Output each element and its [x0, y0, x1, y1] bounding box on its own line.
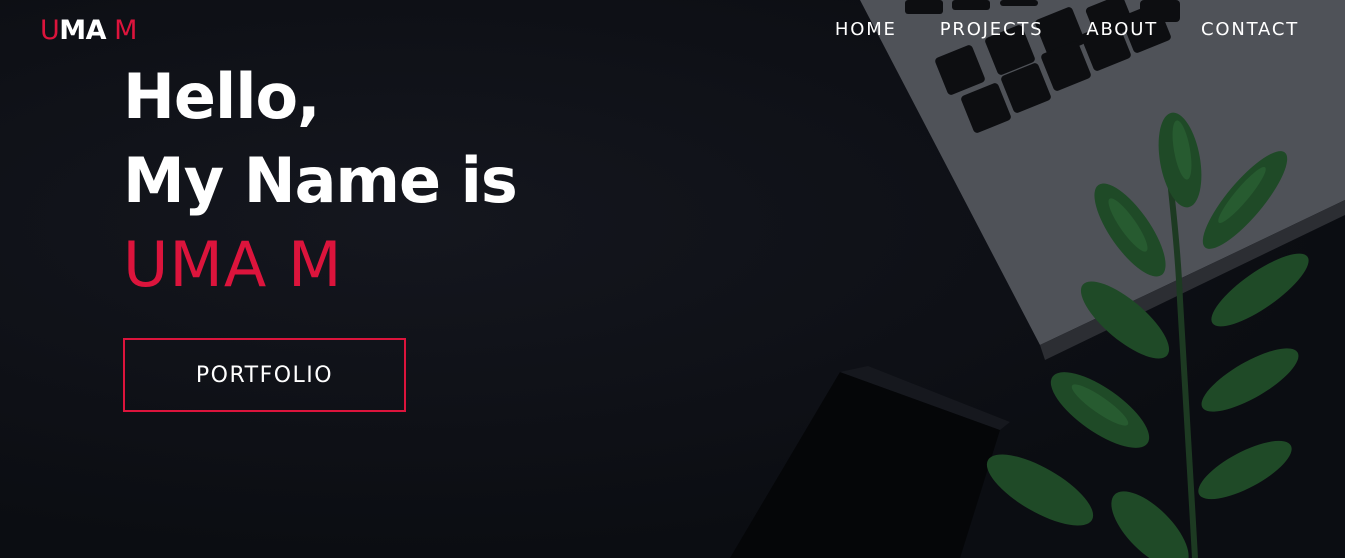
logo-last-initial: M — [106, 15, 137, 46]
site-logo[interactable]: UMA M — [40, 15, 137, 46]
hero-name: UMA M — [123, 228, 343, 301]
nav-contact-link[interactable]: CONTACT — [1201, 19, 1299, 40]
nav-projects-link[interactable]: PROJECTS — [940, 19, 1044, 40]
nav-home-link[interactable]: HOME — [835, 19, 897, 40]
portfolio-button[interactable]: PORTFOLIO — [123, 338, 406, 412]
logo-initial: U — [40, 15, 60, 46]
nav-about-link[interactable]: ABOUT — [1086, 19, 1158, 40]
hero-section: UMA M HOME PROJECTS ABOUT CONTACT Hello,… — [0, 0, 1345, 558]
logo-middle: MA — [59, 15, 107, 46]
greeting-line-1: Hello, — [123, 60, 321, 133]
hero-greeting: Hello, My Name is UMA M — [123, 55, 518, 307]
main-nav: HOME PROJECTS ABOUT CONTACT — [835, 19, 1299, 40]
phone-image — [730, 366, 1010, 558]
greeting-line-2: My Name is — [123, 144, 518, 217]
